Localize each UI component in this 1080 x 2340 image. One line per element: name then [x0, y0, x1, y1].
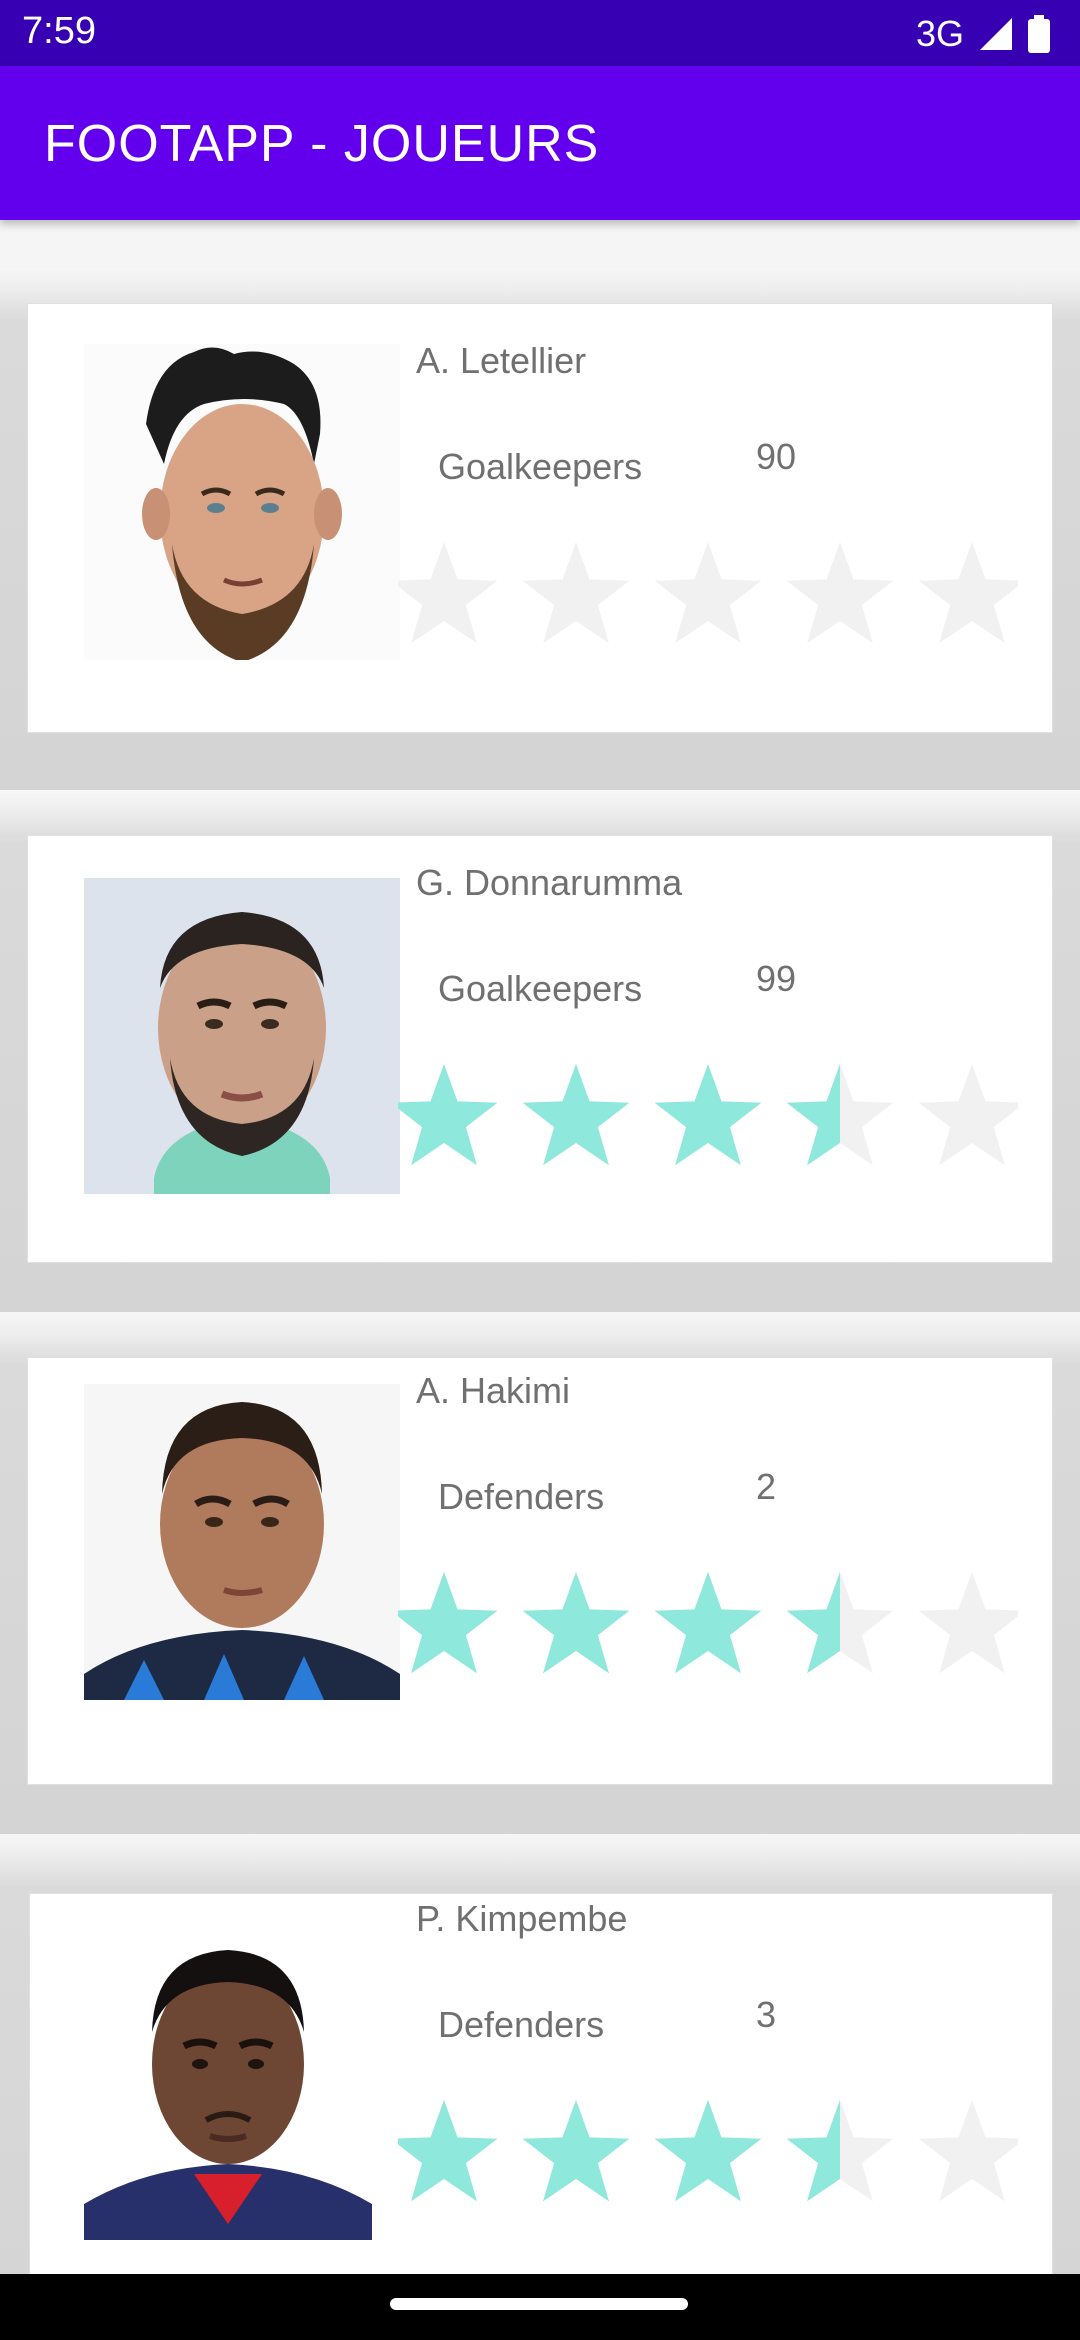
player-position: Goalkeepers	[438, 968, 643, 1009]
status-indicators: 3G	[916, 12, 1050, 56]
star-filled-icon	[522, 1064, 630, 1166]
player-card[interactable]: A. Hakimi Defenders 2	[28, 1358, 1052, 1784]
battery-icon	[1028, 15, 1050, 53]
star-empty-icon	[918, 542, 1018, 644]
list-item[interactable]: G. Donnarumma Goalkeepers 99	[0, 790, 1080, 1312]
signal-icon	[980, 18, 1012, 50]
list-item[interactable]: A. Letellier Goalkeepers 90	[0, 268, 1080, 790]
player-number: 99	[756, 958, 797, 999]
app-title: FOOTAPP - JOUEURS	[44, 115, 600, 173]
rating-bar[interactable]	[398, 1062, 1018, 1172]
rating-bar[interactable]	[398, 540, 1018, 650]
star-filled-icon	[398, 1064, 498, 1166]
star-filled-icon	[398, 2100, 498, 2202]
star-filled-icon	[654, 1572, 762, 1674]
star-empty-icon	[786, 542, 894, 644]
player-card[interactable]: A. Letellier Goalkeepers 90	[28, 304, 1052, 732]
rating-bar[interactable]	[398, 2098, 1018, 2208]
star-empty-icon	[398, 542, 498, 644]
star-filled-icon	[654, 2100, 762, 2202]
star-filled-icon	[522, 1572, 630, 1674]
player-number: 90	[756, 436, 797, 477]
list-item[interactable]: P. Kimpembe Defenders 3	[0, 1834, 1080, 2274]
player-position: Goalkeepers	[438, 446, 643, 487]
list-item[interactable]: A. Hakimi Defenders 2	[0, 1312, 1080, 1834]
network-type: 3G	[915, 13, 964, 54]
player-position: Defenders	[438, 2004, 605, 2045]
navigation-bar	[0, 2274, 1080, 2340]
player-position: Defenders	[438, 1476, 605, 1517]
star-filled-icon	[522, 2100, 630, 2202]
star-filled-icon	[398, 1572, 498, 1674]
player-name: A. Hakimi	[416, 1370, 571, 1411]
star-empty-icon	[654, 542, 762, 644]
player-number: 3	[756, 1994, 777, 2035]
app-bar: FOOTAPP - JOUEURS	[0, 66, 1080, 220]
player-card[interactable]: P. Kimpembe Defenders 3	[30, 1894, 1052, 2274]
player-name: G. Donnarumma	[416, 862, 683, 903]
status-bar: 7:59 3G	[0, 0, 1080, 66]
player-photo	[84, 1924, 372, 2240]
rating-bar[interactable]	[398, 1570, 1018, 1680]
star-empty-icon	[918, 2100, 1018, 2202]
player-card[interactable]: G. Donnarumma Goalkeepers 99	[28, 836, 1052, 1262]
player-photo	[84, 878, 400, 1194]
star-filled-icon	[654, 1064, 762, 1166]
star-empty-icon	[918, 1064, 1018, 1166]
player-photo	[84, 1384, 400, 1700]
star-empty-icon	[522, 542, 630, 644]
player-list[interactable]: A. Letellier Goalkeepers 90 G. Donnarumm…	[0, 220, 1080, 2274]
player-name: A. Letellier	[416, 340, 587, 381]
star-empty-icon	[918, 1572, 1018, 1674]
player-name: P. Kimpembe	[416, 1898, 628, 1939]
player-number: 2	[756, 1466, 777, 1507]
home-gesture-handle[interactable]	[390, 2298, 688, 2310]
status-time: 7:59	[22, 10, 96, 52]
player-photo	[84, 344, 400, 660]
